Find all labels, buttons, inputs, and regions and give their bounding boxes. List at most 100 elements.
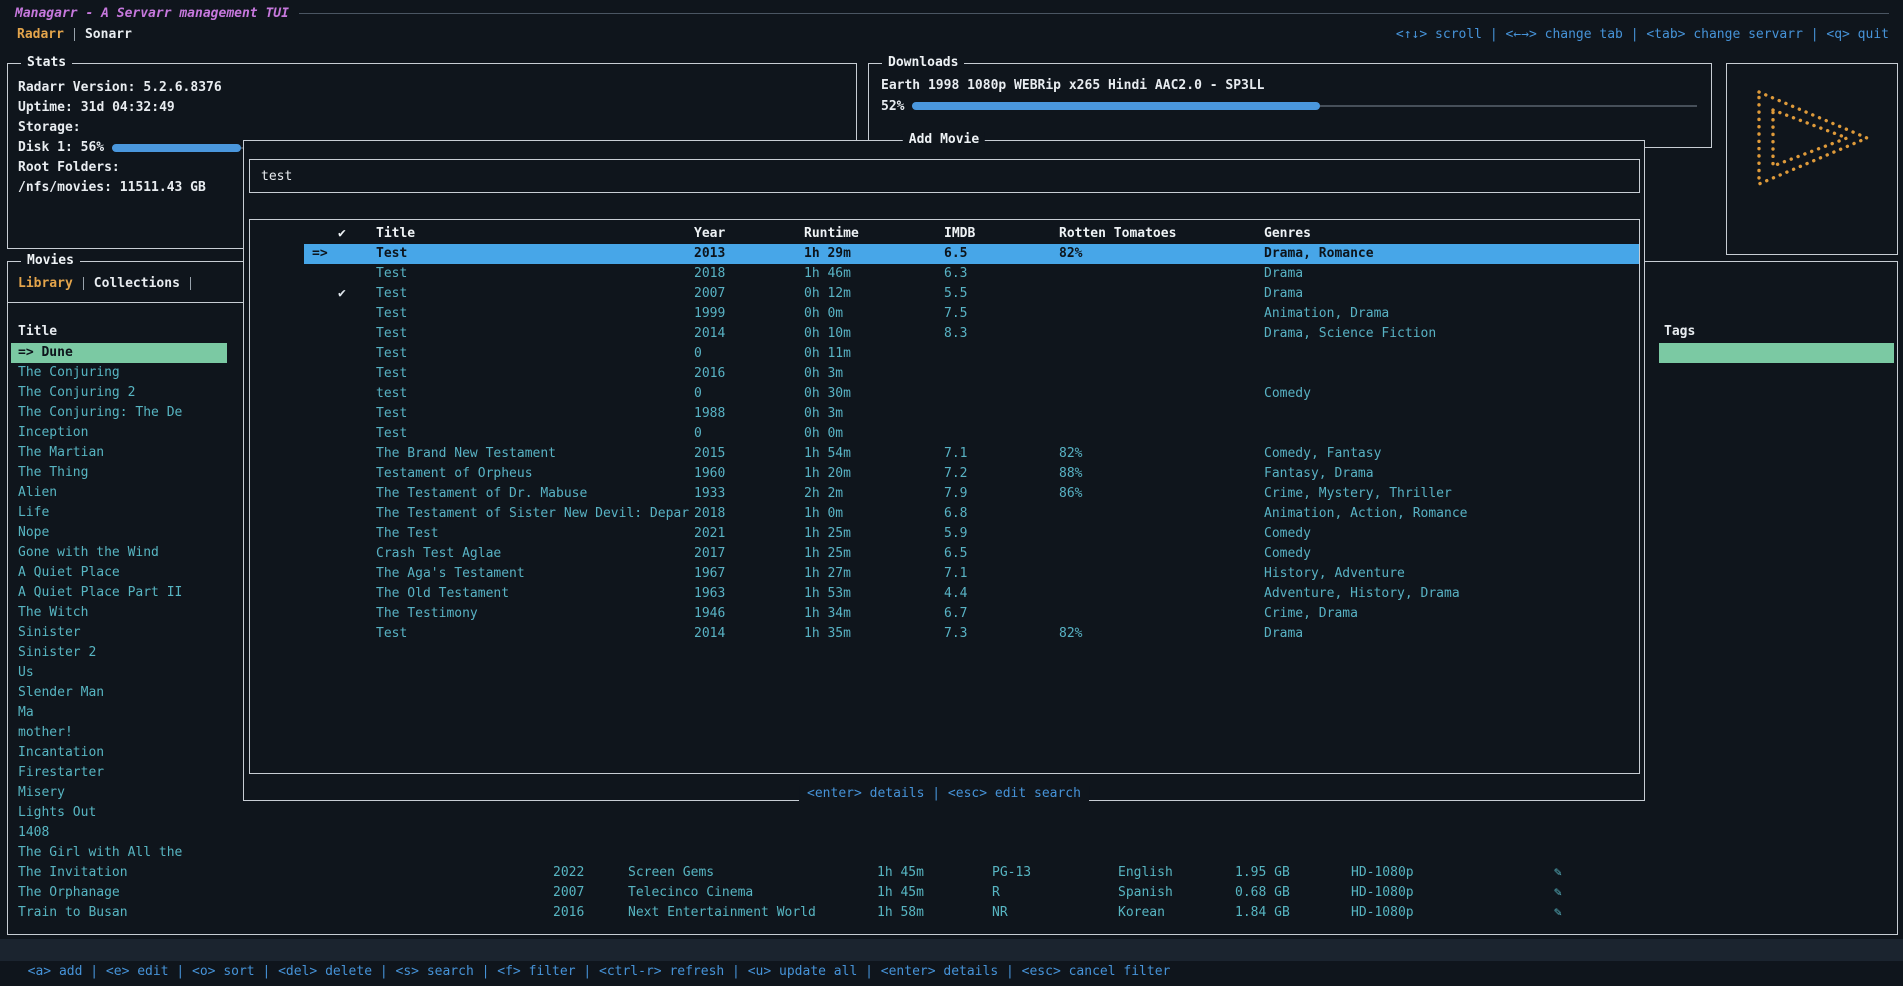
cell-imdb: 7.1 bbox=[944, 444, 967, 464]
cell-size: 0.68 GB bbox=[1235, 883, 1290, 903]
movie-list-item[interactable]: The Thing bbox=[11, 463, 227, 483]
cell-runtime: 0h 0m bbox=[804, 304, 843, 324]
cell-imdb: 5.5 bbox=[944, 284, 967, 304]
downloads-panel-title: Downloads bbox=[882, 55, 964, 71]
movie-list-item[interactable]: Sinister bbox=[11, 623, 227, 643]
movie-list-item[interactable]: Firestarter bbox=[11, 763, 227, 783]
search-result-row[interactable]: ✔ Test 2007 0h 12m 5.5 Drama bbox=[304, 284, 1639, 304]
search-result-row[interactable]: The Testimony 1946 1h 34m 6.7 Crime, Dra… bbox=[304, 604, 1639, 624]
monitored-icon: ✎ bbox=[1554, 903, 1562, 923]
tab-sonarr[interactable]: Sonarr bbox=[85, 27, 132, 42]
movie-list-item[interactable]: Gone with the Wind bbox=[11, 543, 227, 563]
column-header-tags: Tags bbox=[1664, 322, 1695, 342]
cell-year: 2007 bbox=[553, 883, 584, 903]
cell-year: 1960 bbox=[694, 464, 725, 484]
cell-runtime: 0h 3m bbox=[804, 364, 843, 384]
search-result-row[interactable]: The Testament of Sister New Devil: Depar… bbox=[304, 504, 1639, 524]
movie-list-item[interactable]: A Quiet Place bbox=[11, 563, 227, 583]
cell-runtime: 1h 45m bbox=[877, 883, 924, 903]
cell-year: 2013 bbox=[694, 244, 725, 264]
cell-imdb: 7.2 bbox=[944, 464, 967, 484]
managarr-logo-icon bbox=[1751, 86, 1875, 190]
add-movie-modal: Add Movie ✔ Title Year Runtime IMDB Rott… bbox=[243, 140, 1645, 801]
cell-year: 0 bbox=[694, 344, 702, 364]
movie-list-item[interactable]: Sinister 2 bbox=[11, 643, 227, 663]
movie-list-item[interactable]: Slender Man bbox=[11, 683, 227, 703]
movie-list-item[interactable]: Life bbox=[11, 503, 227, 523]
movie-list-item[interactable]: 1408 bbox=[11, 823, 227, 843]
search-result-row[interactable]: The Testament of Dr. Mabuse 1933 2h 2m 7… bbox=[304, 484, 1639, 504]
search-result-row[interactable]: => Test 2013 1h 29m 6.5 82% Drama, Roman… bbox=[304, 244, 1639, 264]
cell-runtime: 1h 53m bbox=[804, 584, 851, 604]
uptime-line: Uptime: 31d 04:32:49 bbox=[18, 98, 846, 118]
search-result-row[interactable]: Test 2014 1h 35m 7.3 82% Drama bbox=[304, 624, 1639, 644]
movie-title: The Witch bbox=[18, 605, 88, 620]
header-title: Title bbox=[376, 224, 415, 244]
search-result-row[interactable]: The Brand New Testament 2015 1h 54m 7.1 … bbox=[304, 444, 1639, 464]
cell-genres: Drama, Romance bbox=[1264, 244, 1374, 264]
movie-list-item[interactable]: Lights Out bbox=[11, 803, 227, 823]
movie-list-item[interactable]: Incantation bbox=[11, 743, 227, 763]
disk-usage-label: Disk 1: 56% bbox=[18, 138, 104, 158]
search-result-row[interactable]: Testament of Orpheus 1960 1h 20m 7.2 88%… bbox=[304, 464, 1639, 484]
top-keybindings-help: <↑↓> scroll | <←→> change tab | <tab> ch… bbox=[1396, 27, 1889, 42]
cell-year: 2014 bbox=[694, 324, 725, 344]
search-result-row[interactable]: The Old Testament 1963 1h 53m 4.4 Advent… bbox=[304, 584, 1639, 604]
search-result-row[interactable]: The Aga's Testament 1967 1h 27m 7.1 Hist… bbox=[304, 564, 1639, 584]
search-result-row[interactable]: Test 0 0h 0m bbox=[304, 424, 1639, 444]
monitored-icon: ✎ bbox=[1554, 883, 1562, 903]
search-result-row[interactable]: Test 2018 1h 46m 6.3 Drama bbox=[304, 264, 1639, 284]
cell-title: The Test bbox=[376, 524, 439, 544]
movie-list-item[interactable]: Ma bbox=[11, 703, 227, 723]
search-result-row[interactable]: test 0 0h 30m Comedy bbox=[304, 384, 1639, 404]
movie-table-row[interactable]: 2022 Screen Gems 1h 45m PG-13 English 1.… bbox=[8, 863, 1897, 883]
cell-title: test bbox=[376, 384, 407, 404]
cell-year: 1933 bbox=[694, 484, 725, 504]
movie-title: Ma bbox=[18, 705, 34, 720]
cell-rotten-tomatoes: 82% bbox=[1059, 444, 1082, 464]
movie-list-item[interactable]: The Conjuring: The De bbox=[11, 403, 227, 423]
movie-list-item[interactable]: => Dune bbox=[11, 343, 227, 363]
downloads-content: Earth 1998 1080p WEBRip x265 Hindi AAC2.… bbox=[881, 76, 1697, 116]
cell-language: Spanish bbox=[1118, 883, 1173, 903]
movie-table-row[interactable]: 2007 Telecinco Cinema 1h 45m R Spanish 0… bbox=[8, 883, 1897, 903]
tab-radarr[interactable]: Radarr bbox=[17, 27, 64, 42]
movie-title: The Thing bbox=[18, 465, 88, 480]
movie-list-item[interactable]: mother! bbox=[11, 723, 227, 743]
search-result-row[interactable]: Test 0 0h 11m bbox=[304, 344, 1639, 364]
search-result-row[interactable]: Crash Test Aglae 2017 1h 25m 6.5 Comedy bbox=[304, 544, 1639, 564]
search-result-row[interactable]: The Test 2021 1h 25m 5.9 Comedy bbox=[304, 524, 1639, 544]
tab-separator bbox=[83, 277, 84, 290]
movie-title: Lights Out bbox=[18, 805, 96, 820]
movie-list-item[interactable]: The Martian bbox=[11, 443, 227, 463]
movie-list-item[interactable]: Inception bbox=[11, 423, 227, 443]
cell-runtime: 1h 58m bbox=[877, 903, 924, 923]
header-imdb: IMDB bbox=[944, 224, 975, 244]
search-result-row[interactable]: Test 1999 0h 0m 7.5 Animation, Drama bbox=[304, 304, 1639, 324]
cell-imdb: 6.7 bbox=[944, 604, 967, 624]
movie-list-item[interactable]: Alien bbox=[11, 483, 227, 503]
cell-genres: Comedy bbox=[1264, 524, 1311, 544]
movie-list-item[interactable]: The Conjuring bbox=[11, 363, 227, 383]
movie-list-item[interactable]: The Girl with All the bbox=[11, 843, 227, 863]
download-percent-label: 52% bbox=[881, 99, 904, 114]
tab-library[interactable]: Library bbox=[18, 276, 73, 291]
cell-imdb: 6.5 bbox=[944, 244, 967, 264]
movie-table-row[interactable]: 2016 Next Entertainment World 1h 58m NR … bbox=[8, 903, 1897, 923]
movie-list-item[interactable]: Us bbox=[11, 663, 227, 683]
tab-collections[interactable]: Collections bbox=[94, 276, 180, 291]
cell-runtime: 1h 27m bbox=[804, 564, 851, 584]
movie-title: The Conjuring: The De bbox=[18, 405, 182, 420]
movie-list-item[interactable]: Misery bbox=[11, 783, 227, 803]
movie-list-item[interactable]: A Quiet Place Part II bbox=[11, 583, 227, 603]
movie-list-item[interactable]: Nope bbox=[11, 523, 227, 543]
search-result-row[interactable]: Test 2014 0h 10m 8.3 Drama, Science Fict… bbox=[304, 324, 1639, 344]
movie-list-item[interactable]: The Conjuring 2 bbox=[11, 383, 227, 403]
movie-title: mother! bbox=[18, 725, 73, 740]
cell-rotten-tomatoes: 82% bbox=[1059, 244, 1082, 264]
search-result-row[interactable]: Test 1988 0h 3m bbox=[304, 404, 1639, 424]
search-result-row[interactable]: Test 2016 0h 3m bbox=[304, 364, 1639, 384]
cell-title: Test bbox=[376, 284, 407, 304]
movie-search-input[interactable] bbox=[250, 160, 1639, 192]
movie-list-item[interactable]: The Witch bbox=[11, 603, 227, 623]
